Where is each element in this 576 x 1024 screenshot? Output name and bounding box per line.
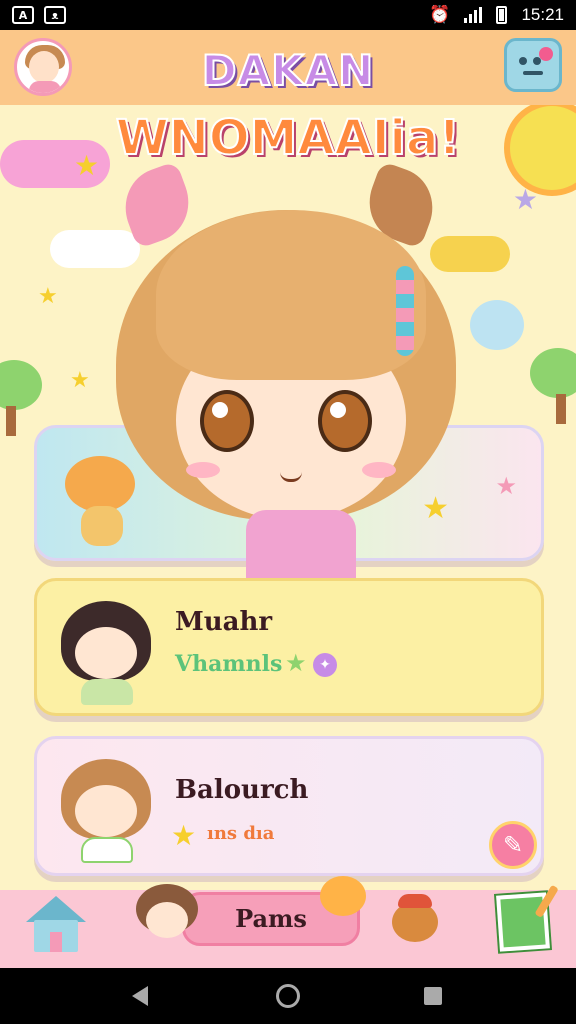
app-title-line1: DAKAN — [201, 45, 375, 96]
edit-icon: ✎ — [502, 831, 524, 859]
notification-icon: A — [12, 6, 34, 24]
edit-button[interactable]: ✎ — [489, 821, 537, 869]
character-subtitle: Vhamnls — [175, 651, 283, 677]
signal-icon — [464, 7, 483, 23]
home-icon[interactable] — [276, 984, 300, 1008]
hero-outfit — [246, 510, 356, 580]
star-icon: ★ — [70, 368, 90, 393]
star-icon: ★ — [512, 183, 538, 216]
tree-decoration — [526, 348, 576, 438]
app-screen: ★ ★ ★ ★ DAKAN WNOMAAIia! ★ ★ Muahr Vhamn… — [0, 30, 576, 968]
hero-character — [96, 160, 476, 580]
orange-fruit-icon — [320, 876, 366, 916]
character-subtitle: ıns dıa — [207, 823, 275, 844]
bear-icon[interactable] — [388, 894, 442, 950]
system-navigation-bar — [0, 968, 576, 1024]
character-card-1[interactable]: Muahr Vhamnls ★ ✦ — [34, 578, 544, 716]
alarm-icon: ⏰ — [429, 5, 451, 24]
app-title-line2: WNOMAAIia! — [115, 109, 462, 167]
sparkle-icon: ✦ — [313, 653, 337, 677]
cat-icon: ᴥ — [44, 6, 66, 24]
bear-balloon-decoration — [470, 300, 524, 350]
star-icon: ★ — [38, 284, 58, 309]
status-time: 15:21 — [521, 5, 564, 24]
character-thumbnail — [55, 597, 155, 705]
notepad-pencil-icon[interactable] — [496, 892, 550, 952]
back-icon[interactable] — [132, 986, 148, 1006]
battery-icon — [496, 6, 508, 24]
character-thumbnail — [55, 755, 155, 863]
star-icon: ★ — [171, 819, 197, 852]
star-icon: ★ — [495, 472, 517, 500]
star-icon: ★ — [285, 649, 307, 677]
nav-character-avatar[interactable] — [132, 884, 202, 950]
cat-ear-left — [114, 160, 200, 250]
bottom-navigation: Pams — [0, 876, 576, 968]
house-icon[interactable] — [26, 896, 86, 954]
character-name: Balourch — [175, 775, 309, 805]
character-card-2[interactable]: Balourch ★ ıns dıa ✎ — [34, 736, 544, 876]
recents-icon[interactable] — [424, 987, 442, 1005]
character-name: Muahr — [175, 607, 273, 637]
hair-clip — [396, 266, 414, 356]
status-bar: A ᴥ ⏰ 15:21 — [0, 0, 576, 30]
